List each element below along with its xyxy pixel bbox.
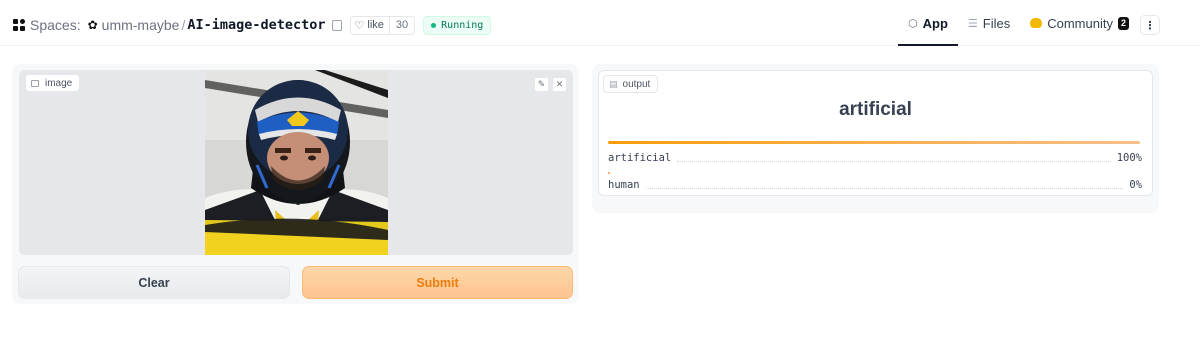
- more-vertical-icon[interactable]: ⋮: [1140, 15, 1160, 35]
- like-label: like: [367, 19, 384, 31]
- confidence-bar-track: [608, 141, 1140, 144]
- spaces-logo-icon: [13, 19, 25, 31]
- image-block-label: image: [25, 74, 81, 92]
- tab-app-label: App: [922, 15, 948, 31]
- confidence-row: artificial 100%: [608, 151, 1142, 165]
- bar-chart-icon: ▤: [609, 78, 618, 89]
- heart-icon: ♡: [354, 19, 365, 32]
- files-icon: ☰: [967, 17, 978, 30]
- cube-icon: ⬡: [908, 17, 918, 30]
- output-block-label: ▤ output: [603, 75, 659, 93]
- status-text: Running: [441, 19, 484, 31]
- space-title[interactable]: AI-image-detector: [187, 17, 325, 33]
- edit-icon[interactable]: ✎: [534, 77, 549, 92]
- confidence-row: human 0%: [608, 178, 1142, 192]
- confidence-bar-human: [608, 172, 610, 174]
- top-bar: Spaces: ✿ umm-maybe / AI-image-detector …: [0, 0, 1200, 46]
- tab-files[interactable]: ☰ Files: [958, 0, 1020, 46]
- input-panel: image ✎ ✕ Clear Submit: [12, 64, 579, 304]
- tab-files-label: Files: [982, 15, 1011, 31]
- community-count-badge: 2: [1117, 16, 1129, 30]
- image-icon: [31, 79, 39, 87]
- output-panel: ▤ output artificial artificial 100% huma…: [592, 64, 1159, 213]
- org-avatar-icon: ✿: [87, 18, 98, 32]
- spaces-link[interactable]: Spaces:: [30, 17, 81, 33]
- copy-icon[interactable]: [331, 19, 342, 31]
- confidence-label: artificial: [608, 152, 672, 164]
- clear-button[interactable]: Clear: [18, 266, 290, 299]
- dotted-leader: [677, 160, 1111, 162]
- status-badge[interactable]: Running: [423, 15, 492, 35]
- submit-button[interactable]: Submit: [302, 266, 573, 299]
- like-toggle[interactable]: ♡ like: [351, 16, 390, 34]
- uploaded-photo: [205, 70, 388, 255]
- breadcrumb: Spaces: ✿ umm-maybe / AI-image-detector …: [13, 14, 492, 36]
- image-input[interactable]: image ✎ ✕: [19, 70, 573, 255]
- predicted-label: artificial: [839, 99, 912, 120]
- image-label-text: image: [45, 77, 73, 89]
- org-link[interactable]: umm-maybe: [102, 17, 180, 33]
- image-toolbar: ✎ ✕: [534, 77, 567, 92]
- confidence-value: 100%: [1116, 152, 1142, 164]
- breadcrumb-separator: /: [181, 17, 186, 33]
- status-dot-icon: [431, 22, 437, 28]
- output-label-block: ▤ output artificial artificial 100% huma…: [598, 70, 1153, 196]
- tab-app[interactable]: ⬡ App: [898, 0, 958, 46]
- tab-community[interactable]: Community 2: [1020, 0, 1139, 46]
- confidence-value: 0%: [1129, 179, 1142, 191]
- close-icon[interactable]: ✕: [552, 77, 567, 92]
- confidence-bar-artificial: [608, 141, 1140, 144]
- confidence-label: human: [608, 179, 640, 191]
- like-count[interactable]: 30: [390, 19, 414, 31]
- tab-community-label: Community: [1047, 15, 1113, 31]
- like-button[interactable]: ♡ like 30: [349, 15, 416, 35]
- space-nav: ⬡ App ☰ Files Community 2: [898, 0, 1139, 46]
- community-icon: [1030, 18, 1043, 28]
- dotted-leader: [645, 187, 1124, 189]
- output-label-text: output: [622, 78, 651, 90]
